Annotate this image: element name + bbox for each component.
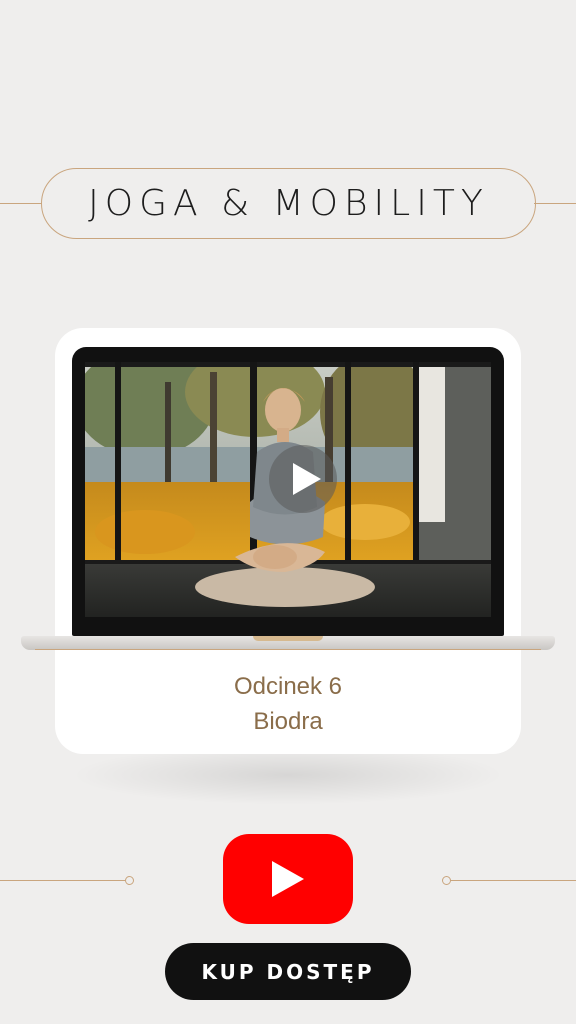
- card-shadow: [70, 745, 506, 805]
- page-title: JOGA & MOBILITY: [88, 183, 489, 224]
- divider-dot-left: [125, 876, 134, 885]
- title-divider-right: [534, 203, 576, 204]
- divider-right: [450, 880, 576, 881]
- buy-access-button[interactable]: KUP DOSTĘP: [165, 943, 411, 1000]
- laptop-rim: [35, 649, 541, 650]
- youtube-play-icon: [272, 861, 304, 897]
- title-divider-left: [0, 203, 42, 204]
- youtube-button[interactable]: [223, 834, 353, 924]
- title-badge: JOGA & MOBILITY: [41, 168, 536, 239]
- episode-label: Odcinek 6: [233, 673, 343, 700]
- video-player[interactable]: [85, 362, 491, 617]
- divider-dot-right: [442, 876, 451, 885]
- laptop-notch: [253, 636, 323, 641]
- play-icon[interactable]: [269, 445, 337, 513]
- episode-topic: Biodra: [253, 708, 323, 735]
- divider-left: [0, 880, 126, 881]
